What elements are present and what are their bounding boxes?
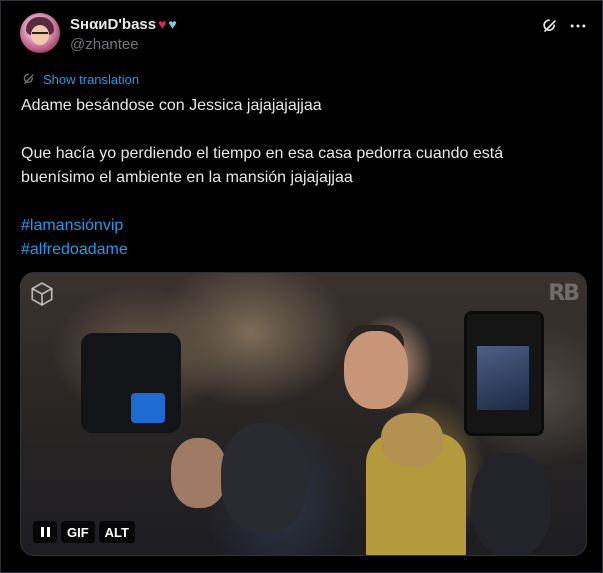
more-icon[interactable] <box>568 16 588 36</box>
phone-screen <box>477 346 529 410</box>
user-handle[interactable]: @zhantee <box>70 36 139 53</box>
gif-media[interactable]: RB GIF ALT <box>20 272 587 556</box>
phone-shape <box>464 311 544 436</box>
red-heart-icon: ♥ <box>158 16 167 32</box>
pause-icon <box>40 527 50 537</box>
grok-icon[interactable] <box>540 16 560 36</box>
author-name-row[interactable]: SнαиD'bass ♥ ♥ <box>70 14 177 34</box>
show-translation-row[interactable]: Show translation <box>21 71 139 87</box>
display-name[interactable]: SнαиD'bass <box>70 16 156 33</box>
alt-button[interactable]: ALT <box>98 521 135 543</box>
avatar-glasses <box>32 32 48 36</box>
crowd-head-shape <box>171 438 227 508</box>
pause-button[interactable] <box>33 521 57 543</box>
hashtag-link[interactable]: #lamansiónvip <box>21 214 581 238</box>
cube-logo-icon <box>31 282 53 306</box>
boxer-head-shape <box>344 331 408 409</box>
tweet-line-2: Que hacía yo perdiendo el tiempo en esa … <box>21 145 504 186</box>
avatar[interactable] <box>20 13 60 53</box>
gif-badge: GIF <box>61 521 95 543</box>
crowd-head-shape <box>221 423 307 533</box>
tweet-line-1: Adame besándose con Jessica jajajajajjaa <box>21 97 322 114</box>
tweet-text: Adame besándose con Jessica jajajajajjaa… <box>21 94 581 262</box>
hashtag-link[interactable]: #alfredoadame <box>21 238 581 262</box>
show-translation-link[interactable]: Show translation <box>43 72 139 87</box>
blue-heart-icon: ♥ <box>168 16 177 32</box>
tweet-card: SнαиD'bass ♥ ♥ @zhantee Show translation… <box>0 0 603 573</box>
media-controls: GIF ALT <box>33 521 135 543</box>
crowd-head-shape <box>471 453 551 555</box>
translate-icon <box>23 73 34 84</box>
boxing-glove-shape <box>381 413 443 467</box>
phone-screen-shape <box>131 393 165 423</box>
media-watermark: RB <box>548 281 580 306</box>
